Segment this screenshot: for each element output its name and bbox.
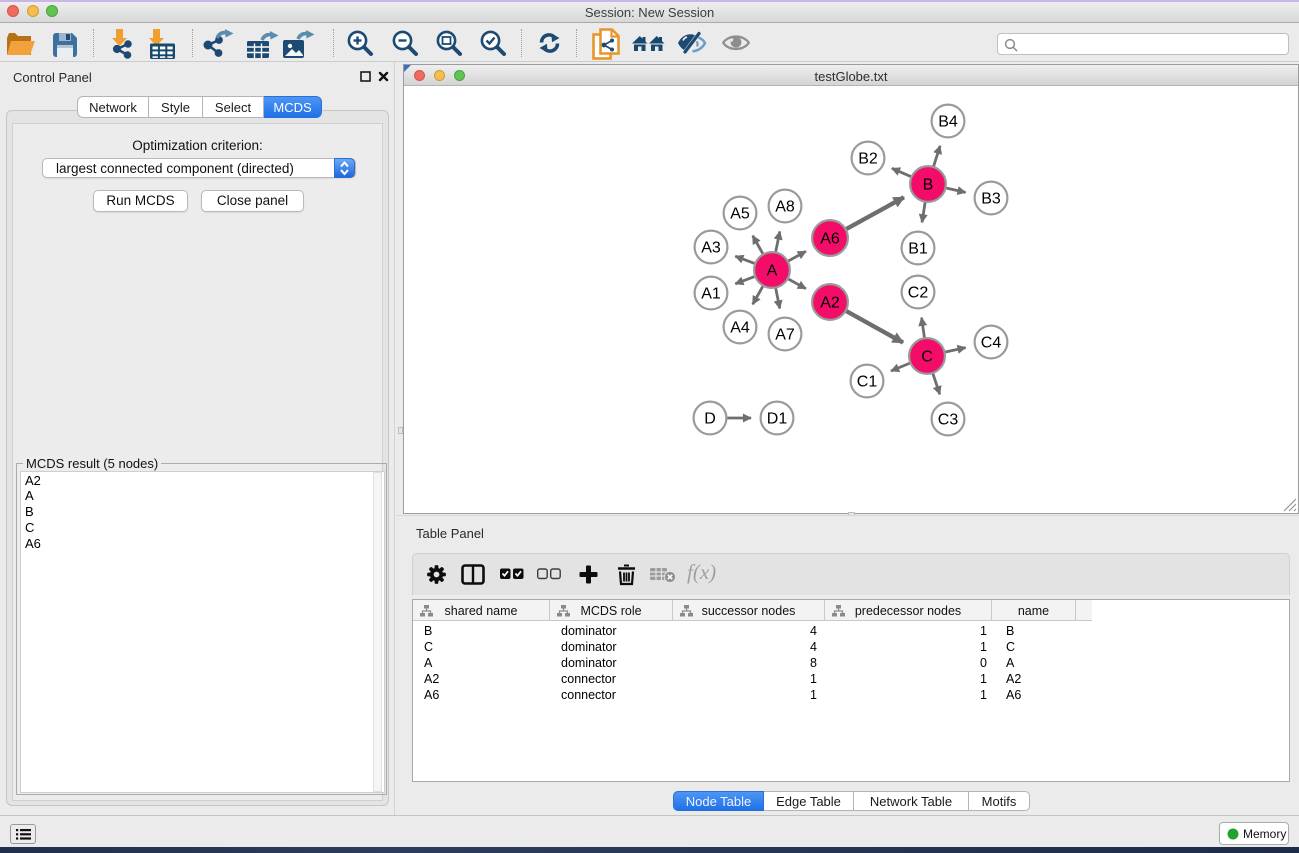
svg-text:B3: B3: [981, 191, 1001, 208]
svg-text:C1: C1: [857, 374, 878, 391]
svg-text:C: C: [921, 349, 933, 366]
svg-text:D1: D1: [767, 411, 788, 428]
svg-text:C4: C4: [981, 335, 1002, 352]
svg-text:A3: A3: [701, 240, 721, 257]
svg-text:C3: C3: [938, 412, 959, 429]
svg-text:B1: B1: [908, 241, 928, 258]
svg-text:B2: B2: [858, 151, 878, 168]
svg-text:B4: B4: [938, 114, 958, 131]
svg-text:A7: A7: [775, 327, 795, 344]
svg-text:A5: A5: [730, 206, 750, 223]
svg-text:A6: A6: [820, 231, 840, 248]
svg-text:A8: A8: [775, 199, 795, 216]
svg-text:D: D: [704, 411, 716, 428]
svg-text:A2: A2: [820, 295, 840, 312]
svg-text:A1: A1: [701, 286, 721, 303]
svg-text:A4: A4: [730, 320, 750, 337]
svg-text:C2: C2: [908, 285, 929, 302]
svg-text:A: A: [767, 263, 778, 280]
svg-text:B: B: [923, 177, 934, 194]
